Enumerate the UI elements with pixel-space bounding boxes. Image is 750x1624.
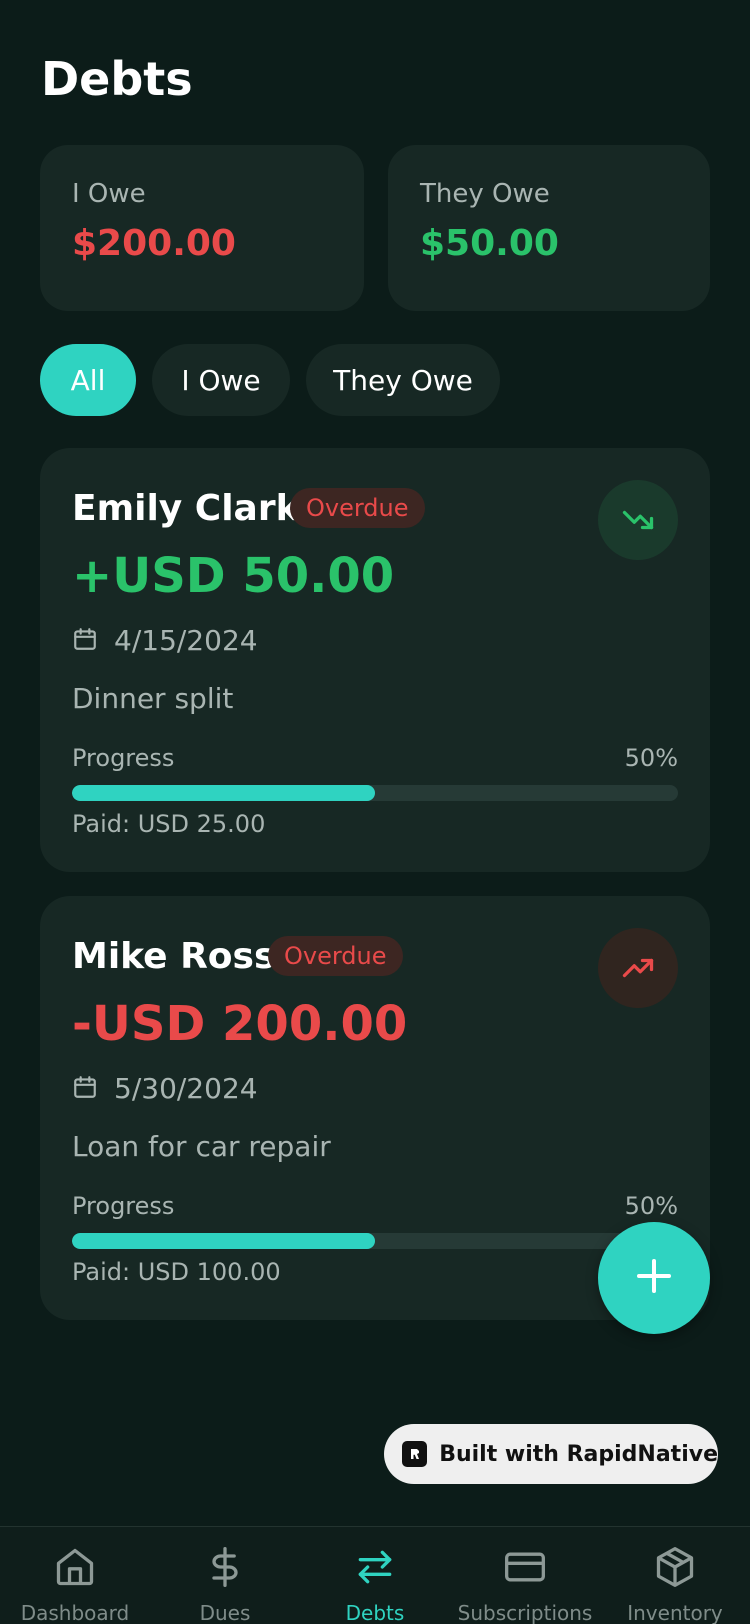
calendar-icon bbox=[72, 626, 98, 656]
date-row: 5/30/2024 bbox=[72, 1072, 258, 1105]
paid-amount: Paid: USD 25.00 bbox=[72, 810, 266, 838]
tab-dashboard[interactable]: Dashboard bbox=[0, 1527, 150, 1624]
tab-label: Inventory bbox=[627, 1601, 723, 1624]
debt-date: 4/15/2024 bbox=[114, 624, 258, 657]
summary-card-they-owe: They Owe $50.00 bbox=[388, 145, 710, 311]
debt-description: Dinner split bbox=[72, 682, 234, 715]
debt-name: Mike Ross bbox=[72, 936, 276, 977]
filter-chip-they-owe[interactable]: They Owe bbox=[306, 344, 500, 416]
dollar-icon bbox=[203, 1545, 247, 1593]
credit-card-icon bbox=[503, 1545, 547, 1593]
progress-bar-fill bbox=[72, 785, 375, 801]
add-debt-button[interactable] bbox=[598, 1222, 710, 1334]
debt-description: Loan for car repair bbox=[72, 1130, 331, 1163]
summary-label: They Owe bbox=[420, 179, 550, 209]
progress-label: Progress bbox=[72, 1192, 175, 1220]
tab-label: Subscriptions bbox=[457, 1601, 593, 1624]
progress-bar-fill bbox=[72, 1233, 375, 1249]
page-title: Debts bbox=[41, 52, 193, 106]
progress-label: Progress bbox=[72, 744, 175, 772]
progress-bar bbox=[72, 785, 678, 801]
rapidnative-logo-icon bbox=[402, 1441, 428, 1467]
arrows-swap-icon bbox=[353, 1545, 397, 1593]
trending-up-icon bbox=[598, 928, 678, 1008]
debt-date: 5/30/2024 bbox=[114, 1072, 258, 1105]
bottom-tab-bar: Dashboard Dues Debts Subscriptions Inven… bbox=[0, 1526, 750, 1624]
package-icon bbox=[653, 1545, 697, 1593]
date-row: 4/15/2024 bbox=[72, 624, 258, 657]
summary-amount: $50.00 bbox=[420, 223, 559, 264]
tab-debts[interactable]: Debts bbox=[300, 1527, 450, 1624]
tab-dues[interactable]: Dues bbox=[150, 1527, 300, 1624]
tab-inventory[interactable]: Inventory bbox=[600, 1527, 750, 1624]
progress-bar bbox=[72, 1233, 678, 1249]
progress-percent: 50% bbox=[624, 1192, 678, 1220]
summary-label: I Owe bbox=[72, 179, 146, 209]
calendar-icon bbox=[72, 1074, 98, 1104]
built-with-label: Built with RapidNative bbox=[439, 1441, 718, 1467]
built-with-badge[interactable]: Built with RapidNative bbox=[384, 1424, 718, 1484]
tab-label: Dues bbox=[199, 1601, 251, 1624]
tab-label: Debts bbox=[345, 1601, 405, 1624]
plus-icon bbox=[634, 1256, 674, 1300]
paid-amount: Paid: USD 100.00 bbox=[72, 1258, 281, 1286]
debt-amount: +USD 50.00 bbox=[72, 548, 395, 604]
tab-label: Dashboard bbox=[20, 1601, 130, 1624]
filter-chip-i-owe[interactable]: I Owe bbox=[152, 344, 290, 416]
debt-card[interactable]: Emily Clark Overdue +USD 50.00 4/15/2024… bbox=[40, 448, 710, 872]
trending-down-icon bbox=[598, 480, 678, 560]
debt-name: Emily Clark bbox=[72, 488, 300, 529]
debt-amount: -USD 200.00 bbox=[72, 996, 408, 1052]
home-icon bbox=[53, 1545, 97, 1593]
status-badge: Overdue bbox=[268, 936, 403, 976]
summary-amount: $200.00 bbox=[72, 223, 236, 264]
status-badge: Overdue bbox=[290, 488, 425, 528]
summary-card-i-owe: I Owe $200.00 bbox=[40, 145, 364, 311]
filter-chip-all[interactable]: All bbox=[40, 344, 136, 416]
tab-subscriptions[interactable]: Subscriptions bbox=[450, 1527, 600, 1624]
progress-percent: 50% bbox=[624, 744, 678, 772]
